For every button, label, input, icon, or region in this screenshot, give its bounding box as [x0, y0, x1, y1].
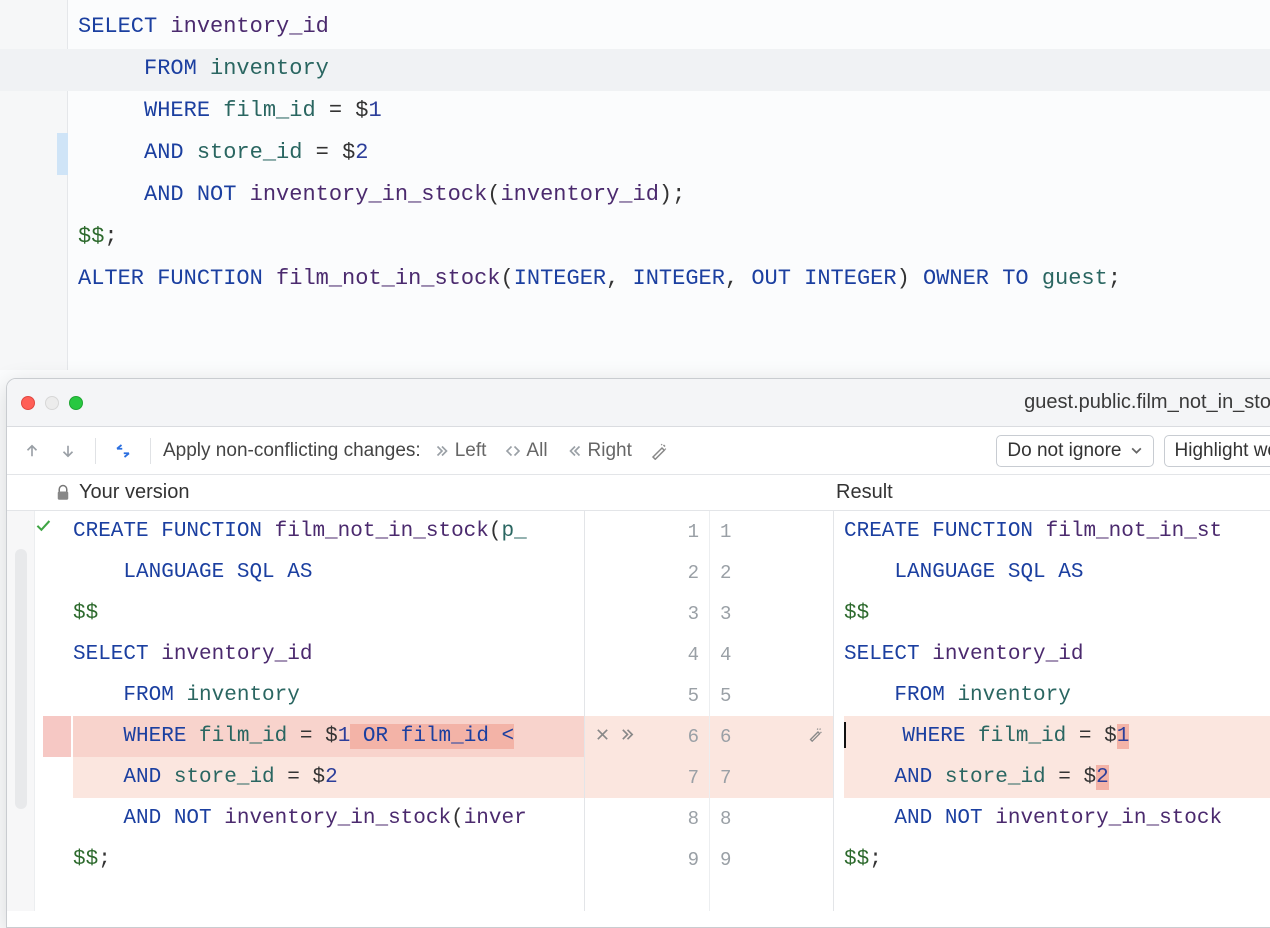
diff-right-line[interactable]: WHERE film_id = $1 [844, 716, 1270, 757]
gutter-row: 8 [710, 798, 833, 839]
next-diff-button[interactable] [53, 438, 83, 464]
diff-left-pane[interactable]: CREATE FUNCTION film_not_in_stock(p_ LAN… [7, 511, 584, 911]
scrollbar-thumb[interactable] [15, 549, 27, 809]
diff-right-line[interactable]: AND store_id = $2 [844, 757, 1270, 798]
minimize-window-button[interactable] [45, 396, 59, 410]
gutter-row: 1 [710, 511, 833, 552]
pane-headers: Your version Result [7, 475, 1270, 511]
gutter-row: 5 [710, 675, 833, 716]
line-number: 8 [688, 808, 699, 830]
gutter-row: 9 [710, 839, 833, 880]
diff-right-line[interactable]: CREATE FUNCTION film_not_in_st [844, 511, 1270, 552]
gutter-row: 2 [585, 552, 709, 593]
line-number: 9 [688, 849, 699, 871]
window-title: guest.public.film_not_in_stock [7, 391, 1270, 414]
gutter-row: 1 [585, 511, 709, 552]
chevron-down-icon [1130, 444, 1143, 457]
line-number: 2 [720, 562, 731, 584]
gutter-row: 2 [710, 552, 833, 593]
close-window-button[interactable] [21, 396, 35, 410]
apply-label: Apply non-conflicting changes: [163, 440, 421, 462]
gutter-row: 7 [710, 757, 833, 798]
lock-icon [55, 484, 71, 502]
apply-all-label: All [526, 440, 547, 462]
accept-right-icon[interactable] [620, 726, 635, 748]
line-number: 3 [688, 603, 699, 625]
highlight-combo-label: Highlight wo [1175, 440, 1270, 462]
diff-left-line[interactable]: $$; [73, 839, 584, 880]
diff-left-line[interactable]: AND NOT inventory_in_stock(inver [73, 798, 584, 839]
diff-right-line[interactable]: AND NOT inventory_in_stock [844, 798, 1270, 839]
gutter-row: 3 [710, 593, 833, 634]
diff-right-line[interactable]: SELECT inventory_id [844, 634, 1270, 675]
apply-left-label: Left [455, 440, 487, 462]
magic-icon[interactable] [808, 726, 823, 748]
diff-gutter: 123456789 123456789 [584, 511, 834, 911]
magic-resolve-button[interactable] [644, 438, 674, 464]
apply-left-button[interactable]: Left [427, 436, 493, 466]
gutter-row: 3 [585, 593, 709, 634]
gutter-row: 4 [710, 634, 833, 675]
diff-left-line[interactable]: SELECT inventory_id [73, 634, 584, 675]
diff-left-line[interactable]: AND store_id = $2 [73, 757, 584, 798]
revert-icon[interactable] [595, 726, 610, 748]
line-number: 7 [720, 767, 731, 789]
line-number: 3 [720, 603, 731, 625]
gutter-change-marker[interactable] [57, 133, 68, 175]
diff-right-line[interactable]: FROM inventory [844, 675, 1270, 716]
gutter-row: 6 [710, 716, 833, 757]
gutter-row: 8 [585, 798, 709, 839]
line-number: 7 [688, 767, 699, 789]
diff-body: CREATE FUNCTION film_not_in_stock(p_ LAN… [7, 511, 1270, 911]
gutter-row: 5 [585, 675, 709, 716]
apply-all-button[interactable]: All [498, 436, 553, 466]
gutter-row: 7 [585, 757, 709, 798]
diff-toolbar: Apply non-conflicting changes: Left All … [7, 427, 1270, 475]
right-pane-title: Result [836, 481, 893, 504]
diff-left-line[interactable]: WHERE film_id = $1 OR film_id < [73, 716, 584, 757]
diff-left-line[interactable]: $$ [73, 593, 584, 634]
line-number: 8 [720, 808, 731, 830]
main-editor[interactable]: SELECT inventory_id FROM inventory WHERE… [0, 0, 1270, 370]
line-number: 1 [720, 521, 731, 543]
diff-right-line[interactable]: $$ [844, 593, 1270, 634]
ignore-combo-label: Do not ignore [1007, 440, 1121, 462]
diff-right-pane[interactable]: CREATE FUNCTION film_not_in_st LANGUAGE … [834, 511, 1270, 911]
line-number: 2 [688, 562, 699, 584]
apply-right-button[interactable]: Right [560, 436, 638, 466]
diff-right-line[interactable]: LANGUAGE SQL AS [844, 552, 1270, 593]
apply-right-label: Right [588, 440, 632, 462]
left-pane-title: Your version [79, 481, 189, 504]
line-number: 5 [720, 685, 731, 707]
diff-window: guest.public.film_not_in_stock Apply non… [6, 378, 1270, 928]
prev-diff-button[interactable] [17, 438, 47, 464]
zoom-window-button[interactable] [69, 396, 83, 410]
swap-icon[interactable] [108, 438, 138, 464]
line-number: 5 [688, 685, 699, 707]
line-number: 4 [688, 644, 699, 666]
gutter-row: 6 [585, 716, 709, 757]
highlight-combo[interactable]: Highlight wo [1164, 435, 1270, 467]
line-number: 1 [688, 521, 699, 543]
text-caret [844, 722, 846, 748]
gutter-row: 9 [585, 839, 709, 880]
diff-left-line[interactable]: CREATE FUNCTION film_not_in_stock(p_ [73, 511, 584, 552]
line-number: 6 [720, 726, 731, 748]
line-number: 4 [720, 644, 731, 666]
line-number: 9 [720, 849, 731, 871]
gutter-row: 4 [585, 634, 709, 675]
window-controls [21, 396, 83, 410]
code-text[interactable]: SELECT inventory_id FROM inventory WHERE… [78, 6, 1270, 300]
diff-right-line[interactable]: $$; [844, 839, 1270, 880]
line-number: 6 [688, 726, 699, 748]
ignore-whitespace-combo[interactable]: Do not ignore [996, 435, 1153, 467]
window-titlebar[interactable]: guest.public.film_not_in_stock [7, 379, 1270, 427]
left-gutter [7, 511, 35, 911]
diff-left-line[interactable]: FROM inventory [73, 675, 584, 716]
diff-left-line[interactable]: LANGUAGE SQL AS [73, 552, 584, 593]
